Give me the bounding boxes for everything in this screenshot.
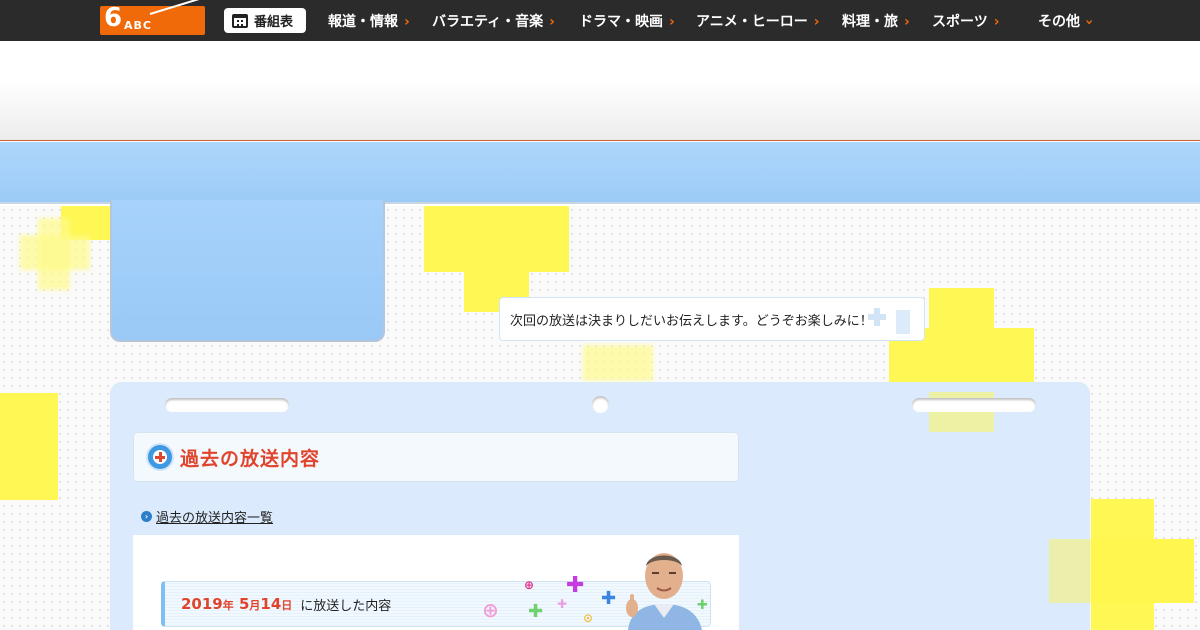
- date-month-unit: 月: [249, 599, 261, 612]
- sparkle-icon: ⊕: [482, 598, 499, 622]
- chevron-right-icon: ›: [813, 14, 820, 30]
- date-day-unit: 日: [281, 599, 293, 612]
- nav-item-label: 料理・旅: [842, 14, 898, 30]
- host-photo: [626, 553, 702, 630]
- chevron-right-icon: ›: [669, 14, 675, 30]
- nav-item-label: アニメ・ヒーロー: [696, 14, 808, 30]
- calendar-icon: [232, 13, 248, 28]
- schedule-button[interactable]: 番組表: [224, 8, 306, 33]
- sparkle-icon: ⊙: [583, 611, 594, 625]
- sparkle-icon: ✚: [566, 573, 585, 598]
- broadcast-date-suffix: に放送した内容: [300, 598, 392, 614]
- date-day: 14: [260, 595, 282, 613]
- sparkle-icon: ✚: [557, 597, 568, 611]
- section-title: 過去の放送内容: [180, 447, 321, 470]
- date-year: 2019: [181, 595, 223, 613]
- past-list-link-row: › 過去の放送内容一覧: [141, 507, 273, 526]
- faded-yellow-block: [583, 345, 653, 381]
- next-broadcast-message: 次回の放送は決まりしだいお伝えします。どうぞお楽しみに！: [510, 313, 873, 329]
- logo-number: 6: [104, 3, 123, 33]
- abc-logo[interactable]: 6 ABC: [100, 0, 205, 35]
- top-navigation: 6 ABC 番組表 報道・情報 › バラエティ・音楽 › ドラマ・映画 › アニメ・ヒ…: [0, 0, 1200, 41]
- sparkle-icon: ✚: [528, 601, 544, 622]
- program-logo-panel: [110, 200, 385, 342]
- date-month: 5: [238, 595, 250, 613]
- yellow-block: [929, 288, 994, 328]
- sparkle-icon: ⊕: [524, 578, 535, 592]
- past-list-link[interactable]: 過去の放送内容一覧: [156, 507, 273, 526]
- chevron-right-icon: ›: [404, 14, 410, 30]
- past-broadcast-header: 過去の放送内容: [133, 432, 739, 482]
- chevron-right-icon: ›: [993, 14, 1000, 30]
- broadcast-date: 2019年 5月14日: [181, 595, 292, 613]
- nav-item-drama[interactable]: ドラマ・映画 ›: [579, 11, 675, 31]
- binder-hole: [592, 396, 609, 413]
- next-broadcast-notice: 次回の放送は決まりしだいお伝えします。どうぞお楽しみに！: [499, 297, 925, 341]
- nav-item-label: 報道・情報: [328, 14, 398, 30]
- nav-item-news[interactable]: 報道・情報 ›: [328, 11, 410, 31]
- nav-item-sports[interactable]: スポーツ ›: [932, 11, 1000, 31]
- nav-item-variety[interactable]: バラエティ・音楽 ›: [432, 11, 555, 31]
- faded-yellow-block: [38, 218, 70, 290]
- schedule-label: 番組表: [254, 15, 294, 30]
- yellow-block: [1154, 539, 1194, 603]
- header-band: [0, 41, 1200, 141]
- nav-item-anime[interactable]: アニメ・ヒーロー ›: [696, 11, 820, 31]
- chevron-right-icon: ›: [549, 14, 555, 30]
- arrow-circle-icon: ›: [141, 511, 152, 522]
- logo-letters: ABC: [124, 19, 152, 32]
- binder-slot: [912, 398, 1036, 412]
- chevron-down-icon: ›: [1080, 19, 1097, 25]
- plus-decoration-icon: [868, 308, 910, 334]
- logo-stripe: [149, 0, 204, 15]
- sky-band: [0, 142, 1200, 204]
- date-year-unit: 年: [222, 599, 234, 612]
- binder-slot: [165, 398, 289, 412]
- sparkle-icon: ✚: [601, 588, 617, 609]
- yellow-block: [0, 393, 58, 500]
- nav-item-more[interactable]: その他›: [1038, 11, 1097, 31]
- nav-item-label: その他: [1038, 14, 1080, 30]
- nav-item-label: バラエティ・音楽: [432, 14, 544, 30]
- yellow-block: [424, 206, 569, 272]
- nav-item-cooking[interactable]: 料理・旅 ›: [842, 11, 910, 31]
- nav-item-label: ドラマ・映画: [579, 14, 663, 30]
- nav-item-label: スポーツ: [932, 14, 988, 30]
- plus-badge-icon: [146, 443, 174, 471]
- chevron-right-icon: ›: [904, 14, 910, 30]
